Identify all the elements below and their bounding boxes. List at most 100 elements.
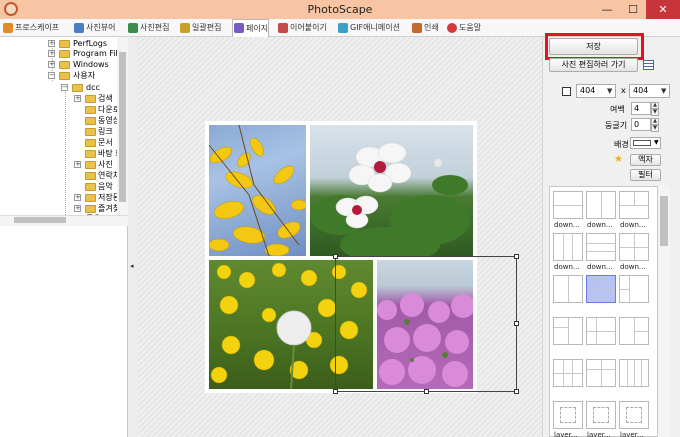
resize-handle[interactable]	[514, 254, 519, 259]
resize-handle[interactable]	[514, 389, 519, 394]
minimize-button[interactable]: —	[594, 0, 620, 19]
tab-label: 페이지	[246, 24, 269, 33]
folder-icon	[59, 50, 70, 58]
layout-template-5[interactable]	[586, 233, 616, 261]
folder-icon	[85, 183, 96, 191]
tab-gif[interactable]: GIF애니메이션	[337, 20, 400, 36]
folder-icon	[85, 95, 96, 103]
layout-template-2[interactable]	[586, 191, 616, 219]
white-hibiscus-photo[interactable]	[310, 125, 473, 256]
layout-template-caption: layer...	[620, 431, 644, 437]
layout-template-9[interactable]	[619, 275, 649, 303]
layout-template-8[interactable]	[586, 275, 616, 303]
filter-button[interactable]: 필터	[630, 169, 661, 181]
panel-splitter[interactable]	[128, 37, 138, 437]
background-color-picker[interactable]: ▼	[630, 137, 661, 149]
collapse-icon[interactable]: −	[48, 72, 55, 79]
go-to-editor-button[interactable]: 사진 편집하러 가기	[549, 58, 638, 72]
star-icon: ★	[614, 154, 623, 165]
margin-down-button[interactable]: ▼	[651, 109, 659, 116]
maximize-button[interactable]: ☐	[620, 0, 646, 19]
folder-icon	[85, 205, 96, 213]
tree-item-music[interactable]: 음악	[98, 182, 113, 192]
expand-icon[interactable]: +	[48, 61, 55, 68]
round-label: 둥글기	[605, 121, 628, 130]
yellow-forsythia-photo[interactable]	[209, 125, 306, 256]
margin-input[interactable]: 4	[631, 102, 651, 115]
margin-up-button[interactable]: ▲	[651, 102, 659, 109]
photo-selection-frame[interactable]	[335, 256, 517, 392]
frame-button[interactable]: 액자	[630, 154, 661, 166]
collapse-arrow-icon[interactable]: ◂	[130, 262, 134, 270]
folder-tree[interactable]: + PerfLogs + Program File + Windows − 사용…	[0, 37, 128, 225]
tree-item-dcc[interactable]: dcc	[86, 83, 100, 93]
chevron-down-icon: ▼	[661, 87, 667, 95]
layout-template-13[interactable]	[553, 359, 583, 387]
layout-template-10[interactable]	[553, 317, 583, 345]
resize-handle[interactable]	[333, 254, 338, 259]
tree-item-documents[interactable]: 문서	[98, 138, 113, 148]
thumbnail-browser[interactable]	[0, 226, 128, 437]
expand-icon[interactable]: +	[74, 161, 81, 168]
expand-icon[interactable]: +	[74, 95, 81, 102]
expand-icon[interactable]: +	[48, 40, 55, 47]
layout-template-4[interactable]	[553, 233, 583, 261]
tree-item-pictures[interactable]: 사진	[98, 160, 113, 170]
tab-label: 인쇄	[424, 23, 439, 32]
layout-scroll-thumb[interactable]	[660, 196, 668, 246]
tab-editor[interactable]: 사진편집	[127, 20, 169, 36]
help-icon	[447, 23, 457, 33]
title-bar[interactable]: PhotoScape — ☐ ✕	[0, 0, 680, 19]
tab-batch[interactable]: 일괄편집	[179, 20, 221, 36]
folder-icon	[85, 139, 96, 147]
layout-template-16[interactable]	[553, 401, 583, 429]
tab-page[interactable]: 페이지	[232, 19, 270, 37]
layout-template-1[interactable]	[553, 191, 583, 219]
layout-template-17[interactable]	[586, 401, 616, 429]
round-down-button[interactable]: ▼	[651, 125, 659, 132]
tab-label: GIF애니메이션	[350, 23, 400, 32]
layout-template-11[interactable]	[586, 317, 616, 345]
layout-template-15[interactable]	[619, 359, 649, 387]
chevron-down-icon: ▼	[607, 87, 613, 95]
tab-combine[interactable]: 이어붙이기	[277, 20, 327, 36]
tab-help[interactable]: 도움말	[446, 20, 481, 36]
tree-item-program-files[interactable]: Program File	[73, 49, 123, 59]
layout-template-caption: down...	[620, 221, 646, 229]
folder-icon	[59, 61, 70, 69]
window-title: PhotoScape	[307, 3, 373, 16]
close-button[interactable]: ✕	[646, 0, 680, 19]
round-up-button[interactable]: ▲	[651, 118, 659, 125]
tree-hscroll-thumb[interactable]	[14, 217, 66, 223]
expand-icon[interactable]: +	[74, 205, 81, 212]
tree-item-perflogs[interactable]: PerfLogs	[73, 39, 107, 49]
list-view-icon[interactable]	[643, 60, 654, 70]
folder-icon	[85, 150, 96, 158]
tab-viewer[interactable]: 사진뷰어	[73, 20, 115, 36]
layout-template-7[interactable]	[553, 275, 583, 303]
resize-handle[interactable]	[333, 389, 338, 394]
tab-photoscape[interactable]: 프로스케이프	[2, 20, 59, 36]
page-icon	[234, 23, 244, 33]
tab-print[interactable]: 인쇄	[411, 20, 439, 36]
tree-item-links[interactable]: 링크	[98, 127, 113, 137]
collapse-icon[interactable]: −	[61, 84, 68, 91]
layout-template-6[interactable]	[619, 233, 649, 261]
tree-item-search[interactable]: 검색	[98, 94, 113, 104]
tree-scroll-thumb[interactable]	[119, 52, 126, 202]
layout-template-12[interactable]	[619, 317, 649, 345]
round-input[interactable]: 0	[631, 118, 651, 131]
tree-item-users[interactable]: 사용자	[73, 71, 95, 81]
print-icon	[412, 23, 422, 33]
resize-handle[interactable]	[424, 389, 429, 394]
viewer-icon	[74, 23, 84, 33]
layout-template-14[interactable]	[586, 359, 616, 387]
tree-item-windows[interactable]: Windows	[73, 60, 109, 70]
resize-handle[interactable]	[514, 321, 519, 326]
save-button-highlight	[545, 33, 644, 60]
layout-template-caption: layer...	[587, 431, 611, 437]
layout-template-18[interactable]	[619, 401, 649, 429]
layout-template-3[interactable]	[619, 191, 649, 219]
expand-icon[interactable]: +	[48, 50, 55, 57]
expand-icon[interactable]: +	[74, 194, 81, 201]
